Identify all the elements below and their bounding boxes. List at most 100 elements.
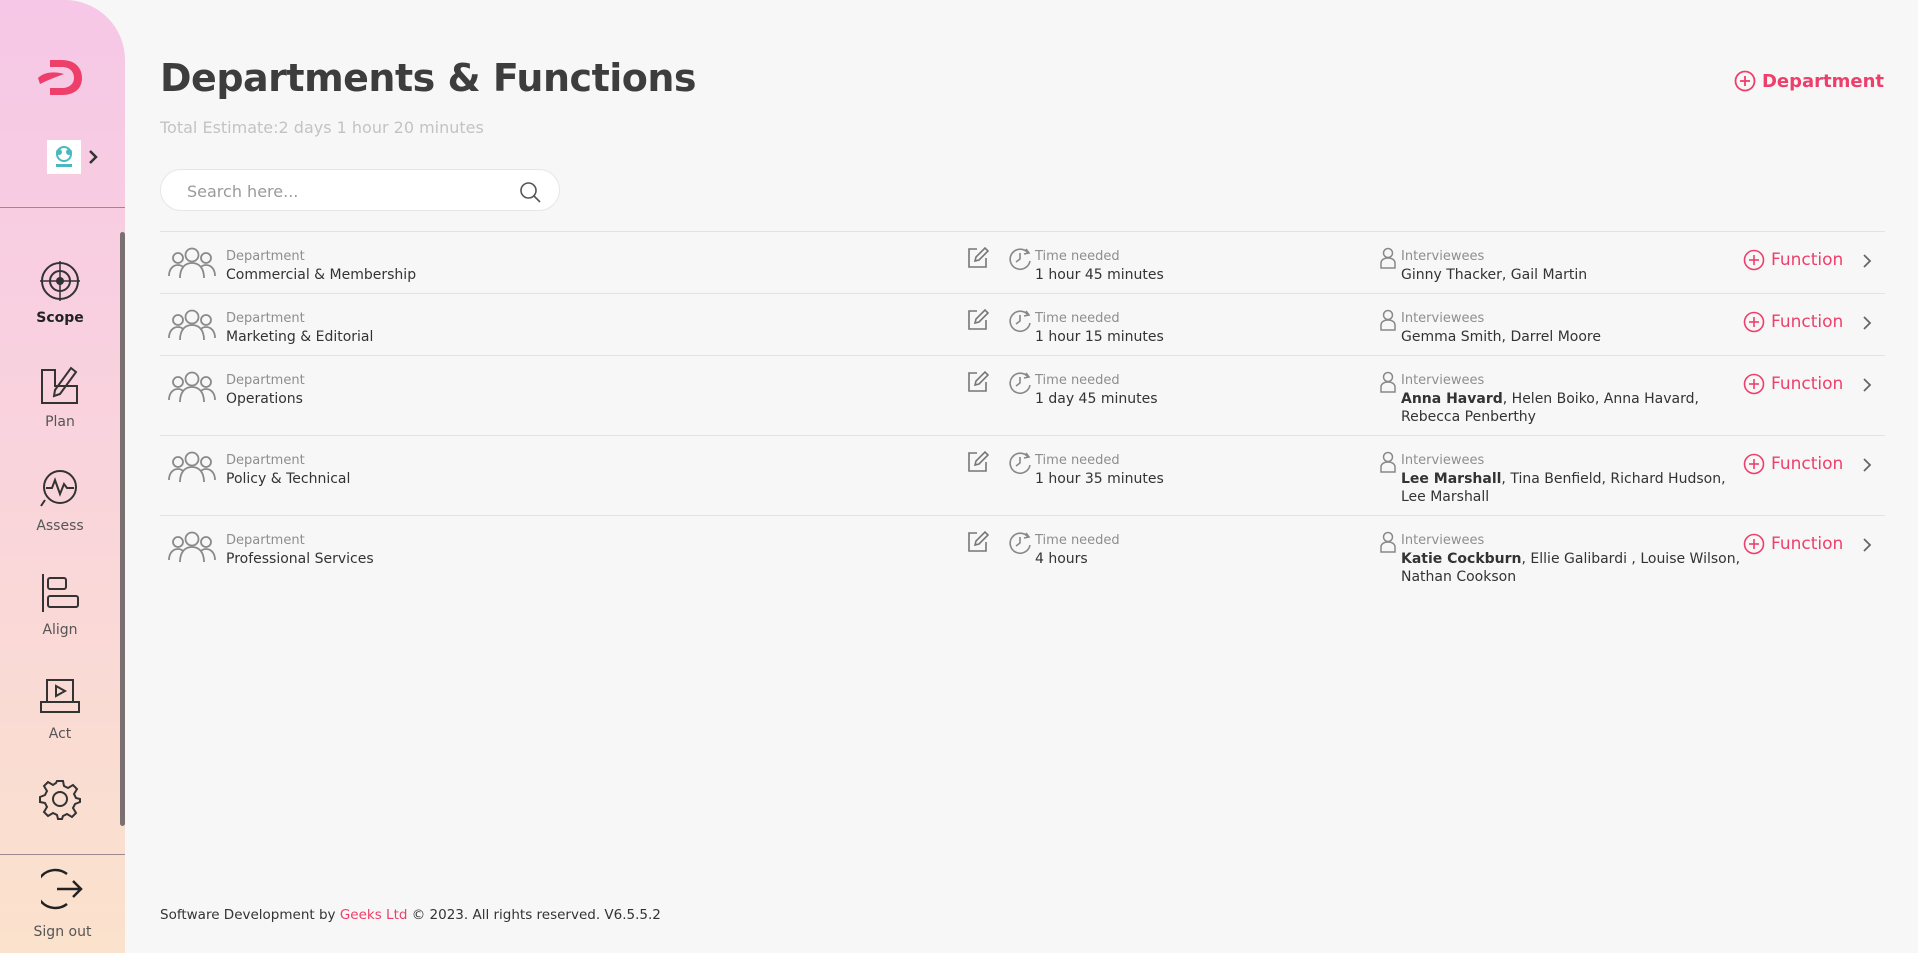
interviewees-line-1: Katie Cockburn, Ellie Galibardi , Louise…	[1401, 550, 1741, 568]
interviewees-list: , Tina Benfield, Richard Hudson,	[1501, 471, 1726, 487]
nav-assess[interactable]: Assess	[0, 468, 120, 534]
chevron-right-icon[interactable]	[1860, 314, 1874, 332]
add-function-button[interactable]: Function	[1743, 249, 1843, 271]
nav-settings[interactable]	[0, 778, 120, 820]
person-icon	[1380, 309, 1396, 331]
sidebar-scrollbar[interactable]	[120, 232, 125, 826]
assess-icon	[40, 470, 77, 507]
department-row[interactable]: Department Marketing & Editorial Time ne…	[160, 293, 1885, 355]
nav-align-label: Align	[42, 622, 78, 638]
time-info: Time needed 1 hour 45 minutes	[1035, 248, 1164, 284]
nav-align[interactable]: Align	[0, 572, 120, 638]
plan-icon	[41, 366, 78, 404]
sidebar-divider	[0, 207, 125, 208]
department-row[interactable]: Department Policy & Technical Time neede…	[160, 435, 1885, 515]
search-box	[160, 169, 560, 211]
interviewee-lead: Katie Cockburn	[1401, 551, 1522, 567]
department-name: Commercial & Membership	[226, 267, 417, 283]
interviewees-list: Gemma Smith, Darrel Moore	[1401, 329, 1601, 345]
nav-act-label: Act	[48, 726, 72, 742]
interviewees-list: , Ellie Galibardi , Louise Wilson,	[1521, 551, 1741, 567]
page-title: Departments & Functions	[160, 56, 697, 100]
nav-assess-label: Assess	[36, 518, 84, 534]
chevron-right-icon[interactable]	[1860, 456, 1874, 474]
nav-scope-label: Scope	[36, 310, 84, 326]
department-name: Professional Services	[226, 551, 374, 567]
add-function-button[interactable]: Function	[1743, 373, 1843, 395]
department-info: Department Operations	[226, 372, 305, 408]
group-icon	[168, 309, 216, 341]
department-caption: Department	[226, 373, 305, 388]
interviewees-info: Interviewees Katie Cockburn, Ellie Galib…	[1401, 532, 1741, 586]
plus-circle-icon	[1734, 70, 1756, 92]
department-row[interactable]: Department Commercial & Membership Time …	[160, 231, 1885, 293]
department-caption: Department	[226, 311, 305, 326]
department-info: Department Professional Services	[226, 532, 374, 568]
plus-circle-icon	[1743, 373, 1765, 395]
add-function-button[interactable]: Function	[1743, 453, 1843, 475]
department-row[interactable]: Department Professional Services Time ne…	[160, 515, 1885, 595]
add-function-label: Function	[1771, 374, 1844, 394]
interviewees-line-1: Ginny Thacker, Gail Martin	[1401, 266, 1741, 284]
sidebar: Scope Plan Assess Align Act Sign out	[0, 0, 125, 953]
search-icon[interactable]	[519, 181, 541, 203]
interviewees-info: Interviewees Anna Havard, Helen Boiko, A…	[1401, 372, 1741, 426]
add-department-button[interactable]: Department	[1734, 70, 1884, 92]
app-logo[interactable]	[36, 54, 86, 96]
footer-suffix: © 2023. All rights reserved. V6.5.5.2	[407, 907, 661, 923]
time-caption: Time needed	[1035, 311, 1120, 326]
organization-logo[interactable]	[47, 140, 81, 174]
interviewees-caption: Interviewees	[1401, 249, 1485, 264]
add-function-label: Function	[1771, 454, 1844, 474]
interviewees-info: Interviewees Ginny Thacker, Gail Martin	[1401, 248, 1741, 284]
time-info: Time needed 1 hour 35 minutes	[1035, 452, 1164, 488]
plus-circle-icon	[1743, 453, 1765, 475]
edit-icon[interactable]	[965, 530, 989, 554]
org-emblem-icon	[56, 146, 72, 167]
chevron-right-icon[interactable]	[1860, 252, 1874, 270]
time-caption: Time needed	[1035, 533, 1120, 548]
add-function-button[interactable]: Function	[1743, 533, 1843, 555]
time-caption: Time needed	[1035, 453, 1120, 468]
department-name: Policy & Technical	[226, 471, 351, 487]
add-function-label: Function	[1771, 250, 1844, 270]
search-input[interactable]	[187, 179, 507, 203]
department-row[interactable]: Department Operations Time needed 1 day …	[160, 355, 1885, 435]
add-function-button[interactable]: Function	[1743, 311, 1843, 333]
nav-act[interactable]: Act	[0, 676, 120, 742]
act-icon	[40, 679, 80, 713]
chevron-right-icon[interactable]	[1860, 376, 1874, 394]
footer-company-link[interactable]: Geeks Ltd	[340, 907, 408, 923]
footer: Software Development by Geeks Ltd © 2023…	[160, 907, 661, 923]
interviewees-info: Interviewees Lee Marshall, Tina Benfield…	[1401, 452, 1741, 506]
add-function-label: Function	[1771, 312, 1844, 332]
nav-plan[interactable]: Plan	[0, 364, 120, 430]
add-function-label: Function	[1771, 534, 1844, 554]
interviewees-info: Interviewees Gemma Smith, Darrel Moore	[1401, 310, 1741, 346]
interviewees-line-2: Rebecca Penberthy	[1401, 409, 1536, 425]
edit-icon[interactable]	[965, 370, 989, 394]
group-icon	[168, 371, 216, 403]
department-info: Department Commercial & Membership	[226, 248, 416, 284]
interviewees-list: Ginny Thacker, Gail Martin	[1401, 267, 1588, 283]
align-icon	[42, 574, 79, 612]
chevron-right-icon[interactable]	[1860, 536, 1874, 554]
time-value: 1 hour 45 minutes	[1035, 267, 1164, 283]
edit-icon[interactable]	[965, 246, 989, 270]
nav-scope[interactable]: Scope	[0, 260, 120, 326]
department-name: Marketing & Editorial	[226, 329, 374, 345]
add-department-label: Department	[1761, 70, 1884, 92]
interviewees-list: , Helen Boiko, Anna Havard,	[1502, 391, 1699, 407]
clock-icon	[1009, 452, 1031, 474]
sign-out-button[interactable]: Sign out	[0, 866, 125, 940]
sidebar-divider-bottom	[0, 854, 125, 855]
interviewee-lead: Lee Marshall	[1401, 471, 1502, 487]
person-icon	[1380, 371, 1396, 393]
edit-icon[interactable]	[965, 308, 989, 332]
org-switch-chevron-icon[interactable]	[86, 148, 100, 166]
footer-prefix: Software Development by	[160, 907, 340, 923]
interviewees-caption: Interviewees	[1401, 533, 1485, 548]
group-icon	[168, 247, 216, 279]
edit-icon[interactable]	[965, 450, 989, 474]
clock-icon	[1009, 532, 1031, 554]
